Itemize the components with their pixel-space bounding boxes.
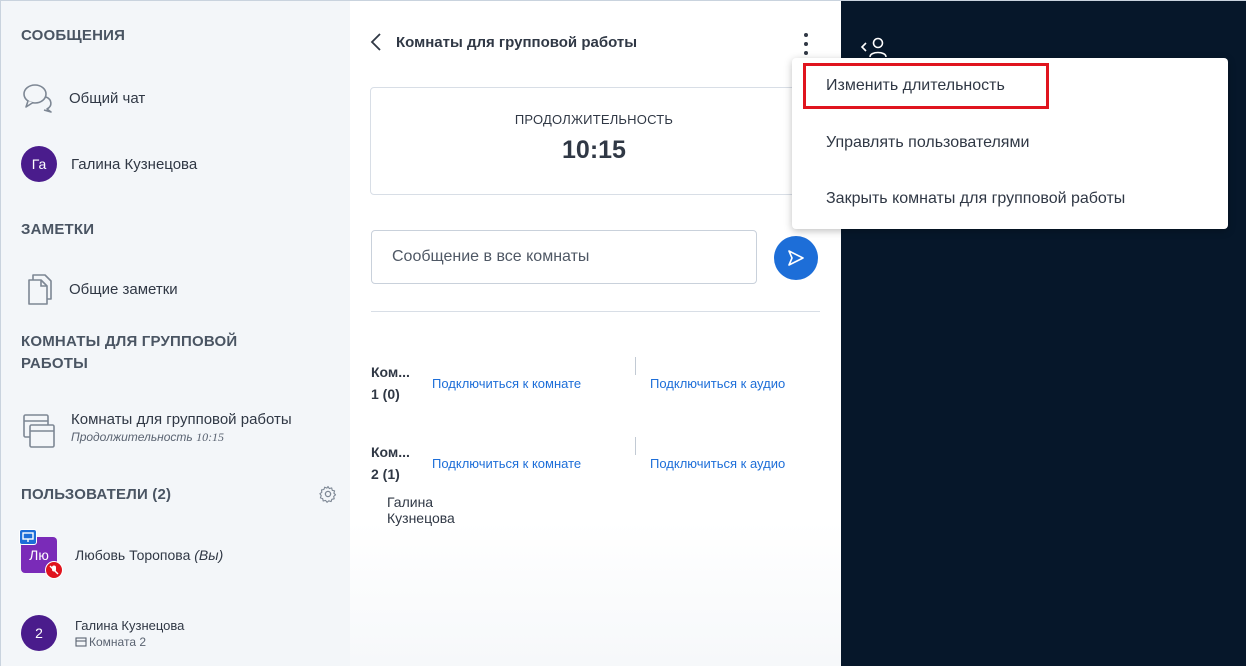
user-name-text: Любовь Торопова [75,547,191,563]
room-name: Ком... 2 (1) [371,441,417,485]
user-name: Галина Кузнецова [75,617,185,633]
menu-item-manage-users[interactable]: Управлять пользователями [826,134,1029,152]
room-separator [635,437,636,455]
join-room-link[interactable]: Подключиться к комнате [432,376,581,391]
public-chat-label: Общий чат [69,89,146,107]
panel-header[interactable]: Комнаты для групповой работы [370,31,637,53]
shared-notes-item[interactable]: Общие заметки [21,271,178,307]
breakout-item-label: Комнаты для групповой работы [71,411,292,428]
room-name: Ком... 1 (0) [371,361,417,405]
user-toggle-button[interactable] [859,35,889,59]
duration-card: ПРОДОЛЖИТЕЛЬНОСТЬ 10:15 [370,87,818,195]
duration-label: ПРОДОЛЖИТЕЛЬНОСТЬ [514,112,674,127]
join-room-link[interactable]: Подключиться к комнате [432,456,581,471]
breakout-duration-label: Продолжительность [71,430,193,444]
duration-value: 10:15 [562,136,626,164]
divider [371,311,820,312]
user-info: Галина Кузнецова Комната 2 [75,618,184,649]
message-all-rooms-input[interactable] [371,230,757,284]
user-room: Комната 2 [75,635,184,649]
notes-section-title: ЗАМЕТКИ [21,221,95,238]
room-name-line-2: 2 (1) [371,466,400,482]
breakout-section-title: КОМНАТЫ ДЛЯ ГРУППОВОЙ РАБОТЫ [21,331,237,375]
breakout-item-duration: Продолжительность 10:15 [71,430,292,445]
user-you-suffix: (Вы) [194,547,224,563]
room-separator [635,357,636,375]
room-name-line-1: Ком... [371,364,410,380]
breakout-rooms-item[interactable]: Комнаты для групповой работы Продолжител… [21,411,292,451]
users-section-title: ПОЛЬЗОВАТЕЛИ (2) [21,486,172,503]
private-chat-label: Галина Кузнецова [71,155,198,173]
muted-mic-icon [45,561,63,579]
breakout-title-line-2: РАБОТЫ [21,355,89,372]
shared-notes-label: Общие заметки [69,280,178,298]
user-name: Любовь Торопова (Вы) [75,547,223,563]
notes-icon [21,271,57,307]
user-toggle-icon [859,35,889,59]
avatar: Га [21,146,57,182]
user-list-item[interactable]: 2 Галина Кузнецова Комната 2 [21,615,184,651]
panel-fade [350,521,841,666]
breakout-rooms-icon [21,411,57,451]
user-list-item[interactable]: Лю Любовь Торопова (Вы) [19,529,223,579]
join-audio-link[interactable]: Подключиться к аудио [650,456,785,471]
send-button[interactable] [774,236,818,280]
panel-title: Комнаты для групповой работы [396,33,638,51]
room-name-line-2: 1 (0) [371,386,400,402]
send-icon [786,248,806,268]
breakout-panel: Комнаты для групповой работы ПРОДОЛЖИТЕЛ… [350,1,841,666]
breakout-title-line-1: КОМНАТЫ ДЛЯ ГРУППОВОЙ [21,333,238,350]
avatar: 2 [21,615,57,651]
breakout-item-text: Комнаты для групповой работы Продолжител… [71,411,292,445]
breakout-options-menu: Изменить длительность Управлять пользова… [792,58,1228,229]
public-chat-item[interactable]: Общий чат [21,81,145,115]
sidebar: СООБЩЕНИЯ Общий чат Га Галина Кузнецова … [1,1,350,666]
menu-item-end-breakouts[interactable]: Закрыть комнаты для групповой работы [826,190,1125,208]
messages-section-title: СООБЩЕНИЯ [21,27,126,44]
back-chevron-icon[interactable] [370,31,382,53]
breakout-duration-value: 10:15 [196,430,225,444]
avatar: Лю [19,529,63,579]
gear-icon[interactable] [319,485,337,508]
private-chat-item[interactable]: Га Галина Кузнецова [21,146,197,182]
chat-bubbles-icon [21,81,57,115]
user-avatar-initials: 2 [35,625,43,641]
room-user: Галина Кузнецова [387,494,455,526]
menu-item-change-duration[interactable]: Изменить длительность [826,77,1005,95]
join-audio-link[interactable]: Подключиться к аудио [650,376,785,391]
presentation-icon [19,529,37,545]
more-vertical-icon[interactable] [798,33,814,55]
user-room-label: Комната 2 [89,634,146,649]
room-icon [75,636,87,648]
room-name-line-1: Ком... [371,444,410,460]
